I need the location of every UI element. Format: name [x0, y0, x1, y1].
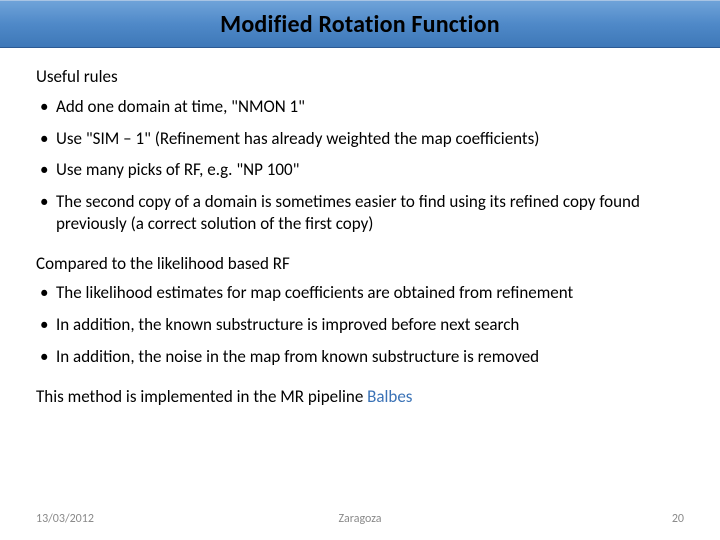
section2-heading: Compared to the likelihood based RF — [36, 253, 684, 275]
footer-location: Zaragoza — [338, 512, 381, 526]
implemented-link: Balbes — [367, 386, 412, 407]
implemented-prefix: This method is implemented in the MR pip… — [36, 386, 367, 407]
slide-title: Modified Rotation Function — [220, 10, 500, 39]
title-bar: Modified Rotation Function — [0, 0, 720, 48]
section1-list: Add one domain at time, "NMON 1" Use "SI… — [36, 96, 684, 235]
slide-content: Useful rules Add one domain at time, "NM… — [0, 48, 720, 407]
slide: Modified Rotation Function Useful rules … — [0, 0, 720, 540]
section1-heading: Useful rules — [36, 66, 684, 88]
list-item: In addition, the known substructure is i… — [36, 314, 684, 336]
footer: 13/03/2012 Zaragoza 20 — [0, 512, 720, 526]
list-item: Add one domain at time, "NMON 1" — [36, 96, 684, 118]
list-item: The second copy of a domain is sometimes… — [36, 191, 684, 235]
list-item: The likelihood estimates for map coeffic… — [36, 282, 684, 304]
list-item: In addition, the noise in the map from k… — [36, 346, 684, 368]
section2-list: The likelihood estimates for map coeffic… — [36, 282, 684, 367]
footer-page: 20 — [672, 512, 684, 526]
footer-date: 13/03/2012 — [36, 512, 94, 526]
list-item: Use "SIM – 1" (Refinement has already we… — [36, 128, 684, 150]
list-item: Use many picks of RF, e.g. "NP 100" — [36, 159, 684, 181]
implemented-line: This method is implemented in the MR pip… — [36, 386, 684, 408]
